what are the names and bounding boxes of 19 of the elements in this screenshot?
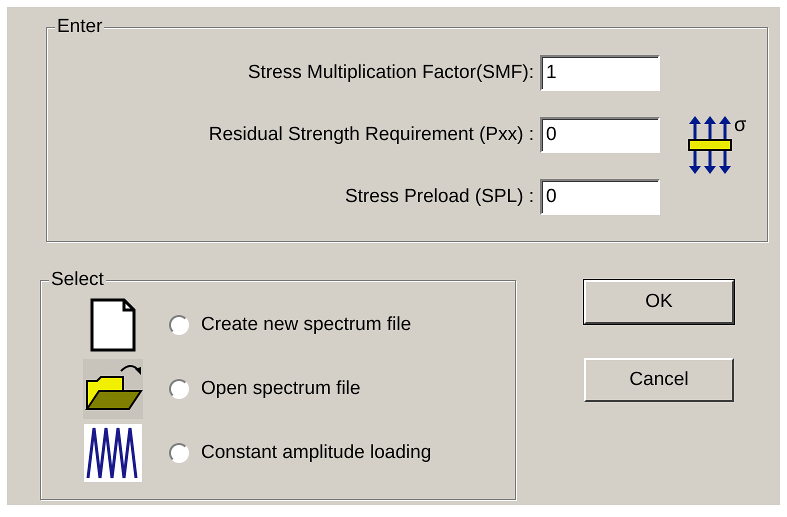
radio-button[interactable] xyxy=(169,315,189,335)
radio-button[interactable] xyxy=(169,379,189,399)
field-label: Residual Strength Requirement (Pxx) : xyxy=(208,122,534,147)
option-label: Constant amplitude loading xyxy=(201,440,432,465)
input-field[interactable]: 0 xyxy=(540,117,660,153)
dialog-button[interactable]: Cancel xyxy=(584,358,734,402)
document-icon xyxy=(90,298,136,352)
input-field[interactable]: 0 xyxy=(540,179,660,215)
field-label: Stress Multiplication Factor(SMF): xyxy=(248,60,534,85)
option-label: Open spectrum file xyxy=(201,376,360,401)
option-label: Create new spectrum file xyxy=(201,312,412,337)
waveform-icon xyxy=(84,424,142,482)
field-label: Stress Preload (SPL) : xyxy=(344,184,534,209)
folder-icon xyxy=(83,359,143,419)
dialog-button[interactable]: OK xyxy=(584,280,734,324)
sigma-label: σ xyxy=(734,116,746,134)
stress-arrows-icon xyxy=(687,116,733,174)
input-field[interactable]: 1 xyxy=(540,55,660,91)
radio-button[interactable] xyxy=(169,443,189,463)
